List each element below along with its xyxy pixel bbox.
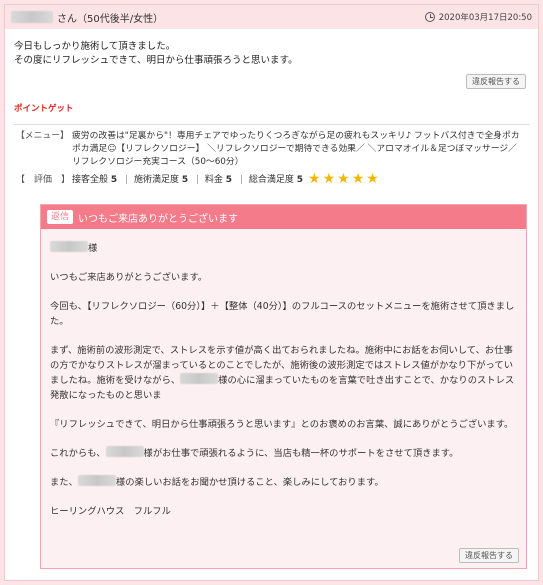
- review-line: 今日もしっかり施術して頂きました。: [14, 41, 176, 52]
- shop-reply: 返信 いつもご来店ありがとうございます 様 いつもご来店ありがとうございます。 …: [40, 204, 527, 569]
- star-icon: ★: [337, 170, 350, 187]
- rating-item-name: 接客全般: [72, 175, 109, 185]
- review-text: 今日もしっかり施術して頂きました。 その度にリフレッシュできて、明日から仕事頑張…: [5, 29, 538, 68]
- reply-paragraph: これからも、 様がお仕事で頑張れるように、当店も精一杯のサポートをさせて頂きます。: [50, 446, 516, 461]
- review-line: その度にリフレッシュできて、明日から仕事頑張ろうと思います。: [14, 55, 298, 66]
- reply-text: これからも、: [50, 448, 106, 459]
- reply-header: 返信 いつもご来店ありがとうございます: [41, 205, 526, 229]
- rating-values: 接客全般 5 | 施術満足度 5 | 料金 5 | 総合満足度 5: [72, 175, 304, 185]
- rating-item-value: 5: [225, 175, 233, 185]
- reply-paragraph: 『リフレッシュできて、明日から仕事頑張ろうと思います』とのお褒めのお言葉、誠にあ…: [50, 419, 514, 430]
- reply-badge: 返信: [47, 210, 74, 224]
- rating-label: 【 評価 】: [16, 175, 71, 185]
- review-header: さん（50代後半/女性） 2020年03月17日20:50: [5, 5, 538, 29]
- reply-body: 様 いつもご来店ありがとうございます。 今回も、【リフレクソロジー（60分）】＋…: [41, 229, 526, 519]
- reply-title: いつもご来店ありがとうございます: [78, 213, 239, 225]
- menu-row: 【メニュー】 疲労の改善は"足裏から"！専用チェアでゆったりくつろぎながら足の疲…: [5, 125, 538, 169]
- datetime-text: 2020年03月17日20:50: [438, 13, 532, 23]
- reply-text: また、: [50, 477, 78, 488]
- star-icon: ★: [322, 170, 336, 187]
- rating-item-value: 5: [181, 175, 189, 185]
- customer-name-redacted: [77, 475, 116, 486]
- customer-name-redacted: [180, 373, 219, 384]
- star-rating: ★ ★ ★ ★ ★: [308, 170, 381, 187]
- reviewer-suffix: さん（50代後半/女性）: [57, 13, 164, 25]
- reply-salutation: 様: [50, 241, 516, 256]
- reply-paragraph: まず、施術前の波形測定で、ストレスを示す値が高く出ておられましたね。施術中にお話…: [50, 343, 516, 403]
- star-icon: ★: [366, 170, 379, 187]
- rating-item-value: 5: [296, 175, 304, 185]
- reply-text: 様がお仕事で頑張れるように、当店も精一杯のサポートをさせて頂きます。: [143, 448, 459, 459]
- review-card: さん（50代後半/女性） 2020年03月17日20:50 今日もしっかり施術し…: [4, 4, 539, 581]
- star-icon: ★: [351, 170, 365, 187]
- reply-paragraph: いつもご来店ありがとうございます。: [50, 272, 208, 283]
- reply-paragraph: また、 様の楽しいお話をお聞かせ頂けること、楽しみにしております。: [50, 475, 516, 490]
- reviewer-name-redacted: [11, 11, 53, 23]
- report-button[interactable]: 違反報告する: [466, 74, 526, 89]
- reply-text: 様の楽しいお話をお聞かせ頂けること、楽しみにしております。: [115, 477, 384, 488]
- salutation-suffix: 様: [88, 243, 98, 254]
- menu-text: 疲労の改善は"足裏から"！専用チェアでゆったりくつろぎながら足の疲れもスッキリ♪…: [72, 131, 520, 167]
- rating-item-name: 総合満足度: [248, 175, 294, 185]
- reviewer-info: さん（50代後半/女性）: [11, 10, 163, 25]
- star-icon: ★: [308, 170, 321, 187]
- rating-item-name: 施術満足度: [133, 175, 179, 185]
- customer-name-redacted: [105, 446, 144, 457]
- customer-name-redacted: [50, 241, 88, 252]
- clock-icon: [424, 12, 435, 22]
- point-get-label: ポイントゲット: [14, 104, 74, 114]
- rating-item-value: 5: [110, 175, 118, 185]
- rating-item-name: 料金: [204, 175, 223, 185]
- reply-signature: ヒーリングハウス フルフル: [50, 506, 171, 517]
- reply-report-button[interactable]: 違反報告する: [459, 548, 519, 563]
- reply-paragraph: 今回も、【リフレクソロジー（60分）】＋【整体（40分）】のフルコースのセットメ…: [50, 301, 515, 327]
- review-datetime: 2020年03月17日20:50: [424, 11, 532, 23]
- menu-label: 【メニュー】: [16, 131, 69, 141]
- rating-row: 【 評価 】 接客全般 5 | 施術満足度 5 | 料金 5 | 総合満足度 5…: [5, 169, 538, 187]
